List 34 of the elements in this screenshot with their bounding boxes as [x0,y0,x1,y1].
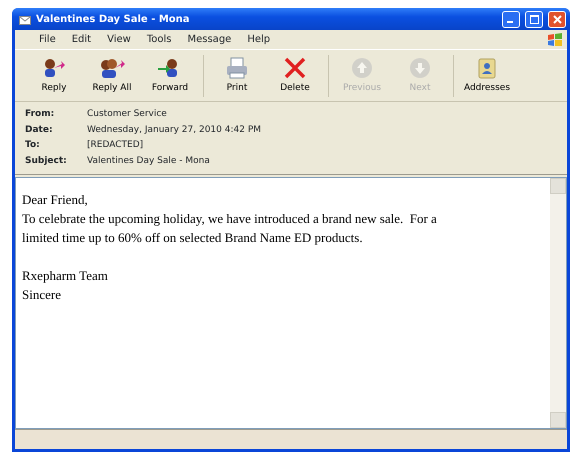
maximize-button[interactable] [525,10,543,28]
delete-button[interactable]: Delete [266,54,324,98]
windows-flag-icon [547,32,563,48]
message-line: Sincere [22,286,62,304]
reply-button[interactable]: Reply [25,54,83,98]
header-value: Valentines Day Sale - Mona [87,154,211,168]
menu-item[interactable]: View [101,32,137,47]
header-label: From: [25,108,56,121]
close-icon [552,14,562,24]
message-line: Rxepharm Team [22,267,109,285]
window-title: Valentines Day Sale - Mona [36,14,191,24]
menu-item[interactable]: Help [241,32,276,47]
print-button[interactable]: Print [208,54,266,98]
menu-item[interactable]: Tools [140,32,178,47]
minimize-button[interactable] [502,10,520,28]
header-label: Subject: [25,154,68,168]
header-label: Date: [25,124,54,136]
header-value: [REDACTED] [87,139,144,152]
message-line: Dear Friend, [22,191,89,209]
header-value: Wednesday, January 27, 2010 4:42 PM [87,124,262,136]
forward-button[interactable]: Forward [141,54,199,98]
menu-item[interactable]: File [33,32,62,47]
close-button[interactable] [548,10,566,28]
addresses-button[interactable]: Addresses [458,54,516,98]
message-line: limited time up to 60% off on selected Brand Name ED products. [22,229,364,247]
message-line: To celebrate the upcoming holiday, we have introduced a brand new sale. For a [22,210,438,228]
reply-all-button[interactable]: Reply All [83,54,141,98]
envelope-icon [19,14,31,24]
maximize-icon [530,14,538,24]
scrollbar[interactable] [550,178,566,428]
header-label: To: [25,139,41,152]
menu-item[interactable]: Message [181,32,238,47]
header-value: Customer Service [87,108,168,121]
menu-item[interactable]: Edit [66,32,98,47]
